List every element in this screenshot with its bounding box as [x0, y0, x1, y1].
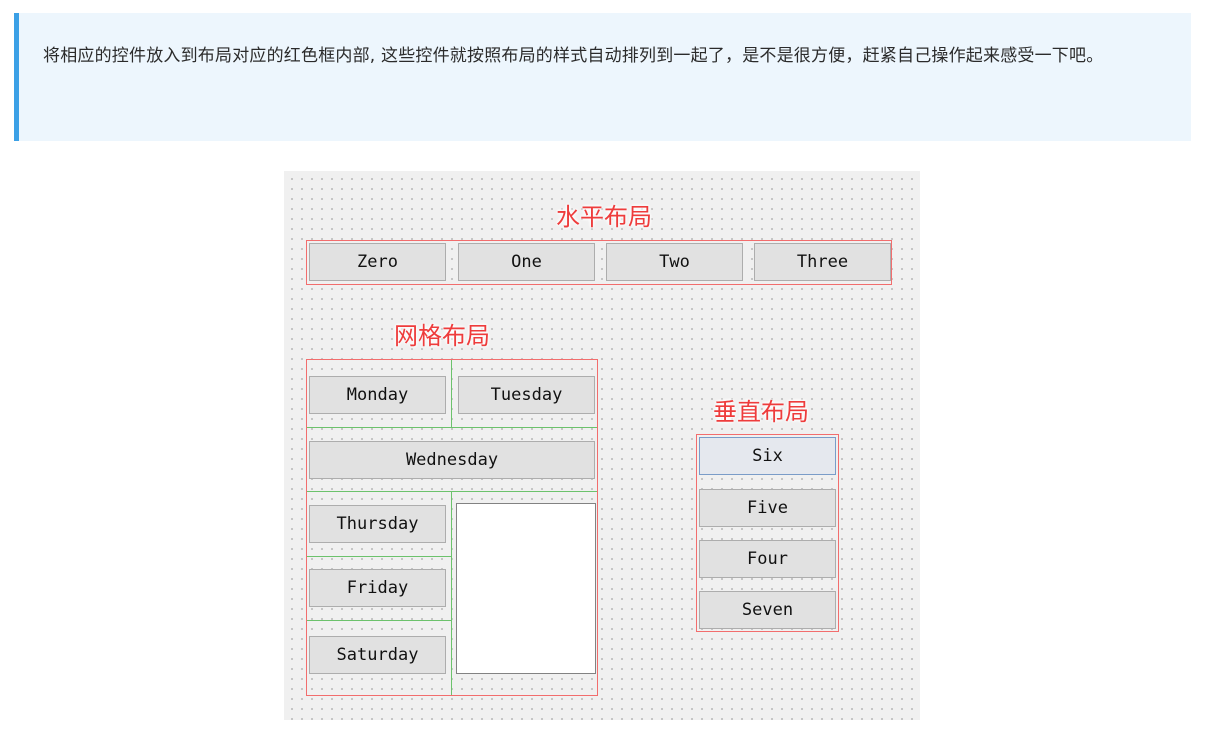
thursday-button[interactable]: Thursday	[309, 505, 446, 543]
two-button[interactable]: Two	[606, 243, 743, 281]
wednesday-button[interactable]: Wednesday	[309, 441, 595, 479]
friday-button[interactable]: Friday	[309, 569, 446, 607]
grid-row-divider-4	[307, 620, 451, 621]
one-button[interactable]: One	[458, 243, 595, 281]
tip-text: 将相应的控件放入到布局对应的红色框内部, 这些控件就按照布局的样式自动排列到一起…	[43, 46, 1104, 66]
six-button[interactable]: Six	[699, 437, 836, 475]
four-button[interactable]: Four	[699, 540, 836, 578]
grid-row-divider-3	[307, 556, 451, 557]
tip-callout: 将相应的控件放入到布局对应的红色框内部, 这些控件就按照布局的样式自动排列到一起…	[14, 13, 1191, 141]
designer-form-canvas[interactable]: 水平布局 Zero One Two Three 网格布局 Monday Tues…	[284, 171, 920, 720]
tuesday-button[interactable]: Tuesday	[458, 376, 595, 414]
vertical-layout-label: 垂直布局	[713, 398, 809, 426]
grid-layout-label: 网格布局	[394, 322, 490, 350]
list-widget[interactable]	[456, 503, 596, 674]
horizontal-layout-label: 水平布局	[556, 203, 652, 231]
grid-column-divider-top	[451, 360, 452, 428]
grid-row-divider-1	[307, 427, 597, 428]
saturday-button[interactable]: Saturday	[309, 636, 446, 674]
seven-button[interactable]: Seven	[699, 591, 836, 629]
three-button[interactable]: Three	[754, 243, 891, 281]
grid-row-divider-2	[307, 491, 597, 492]
grid-column-divider-bottom	[451, 492, 452, 695]
monday-button[interactable]: Monday	[309, 376, 446, 414]
zero-button[interactable]: Zero	[309, 243, 446, 281]
five-button[interactable]: Five	[699, 489, 836, 527]
